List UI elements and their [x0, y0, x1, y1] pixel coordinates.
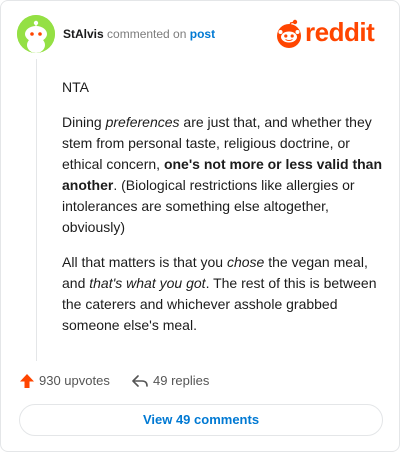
comment-body: NTA Dining preferences are just that, an… [62, 77, 382, 350]
snoo-avatar-icon [17, 15, 55, 53]
comment-paragraph-1: NTA [62, 77, 382, 98]
username-link[interactable]: StAlvis [63, 27, 104, 41]
comment-paragraph-2: Dining preferences are just that, and wh… [62, 112, 382, 238]
comment-header: StAlvis commented on post reddit [17, 15, 385, 55]
comment-text: NTA [62, 79, 89, 95]
user-avatar[interactable] [17, 15, 55, 53]
comment-verb: commented on [107, 27, 187, 41]
comment-text: Dining [62, 114, 106, 130]
comment-card: StAlvis commented on post reddit NTA Din… [0, 0, 400, 452]
post-link[interactable]: post [190, 27, 215, 41]
comment-text: All that matters is that you [62, 254, 227, 270]
view-comments-button[interactable]: View 49 comments [19, 404, 383, 436]
comment-paragraph-3: All that matters is that you chose the v… [62, 252, 382, 336]
thread-line[interactable] [36, 59, 37, 361]
reply-arrow-icon [132, 375, 148, 387]
reddit-snoo-icon [277, 19, 301, 48]
reddit-wordmark: reddit [305, 17, 375, 47]
upvote-count: 930 upvotes [39, 373, 110, 388]
comment-meta: StAlvis commented on post [63, 27, 215, 41]
upvote-arrow-icon [20, 374, 34, 388]
reply-count: 49 replies [153, 373, 210, 388]
comment-emphasis: preferences [105, 114, 180, 130]
comment-emphasis: chose [226, 254, 265, 270]
reddit-logo[interactable]: reddit [275, 15, 383, 51]
comment-emphasis: that's what you got [89, 275, 206, 291]
